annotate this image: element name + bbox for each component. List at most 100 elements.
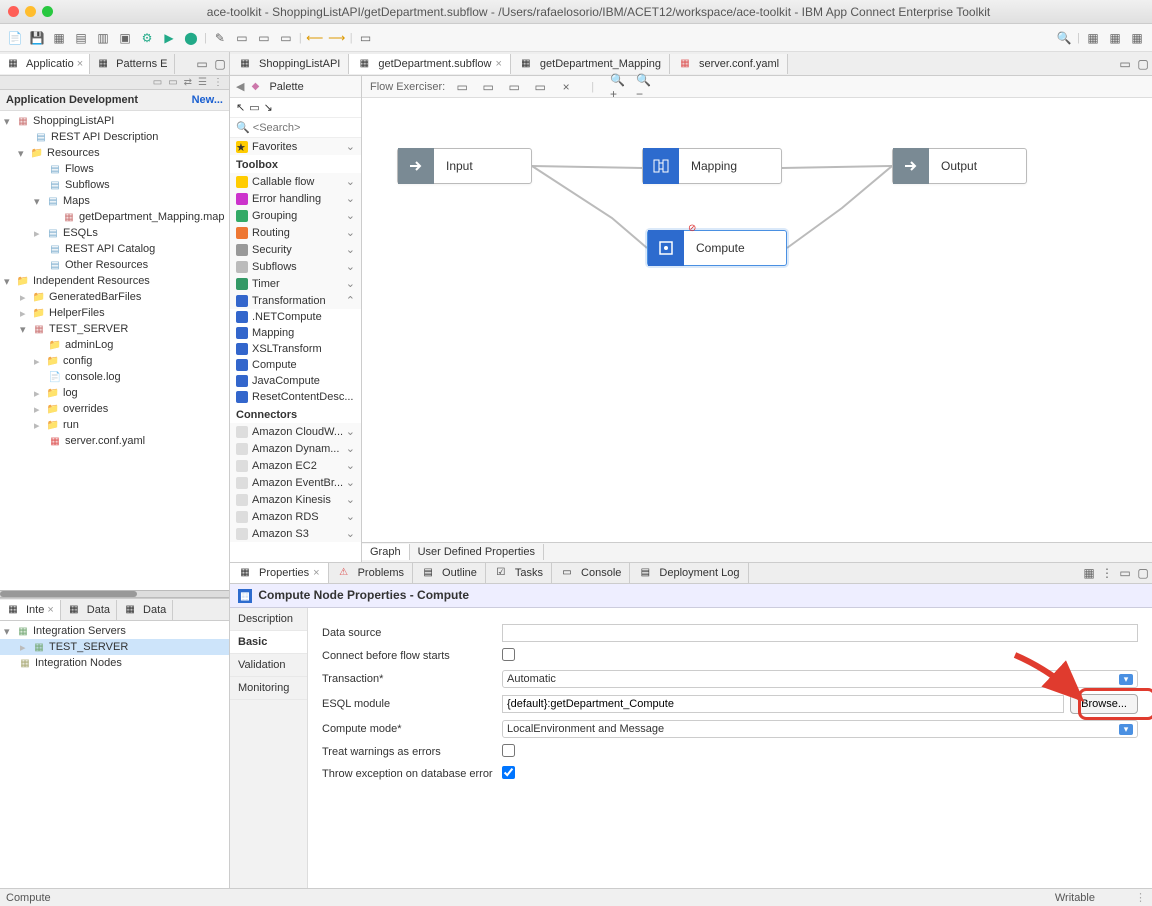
tree-item[interactable]: ▾📁Independent Resources bbox=[0, 273, 229, 289]
palette-item[interactable]: Security⌄ bbox=[230, 241, 361, 258]
palette-item[interactable]: Amazon S3⌄ bbox=[230, 525, 361, 542]
zoom-in-icon[interactable]: 🔍+ bbox=[610, 78, 628, 96]
int-test-server[interactable]: ▸▦TEST_SERVER bbox=[0, 639, 229, 655]
tree-item[interactable]: ▤Flows bbox=[0, 161, 229, 177]
tab-data[interactable]: ▦Data bbox=[61, 600, 117, 620]
input-data-source[interactable] bbox=[502, 624, 1138, 642]
pside-description[interactable]: Description bbox=[230, 608, 307, 631]
nav-back-icon[interactable]: ◀ bbox=[236, 80, 244, 93]
palette-item[interactable]: Mapping bbox=[230, 325, 361, 341]
run-icon[interactable]: ▶ bbox=[160, 29, 178, 47]
minimize-window-button[interactable] bbox=[25, 6, 36, 17]
close-icon[interactable]: × bbox=[47, 604, 53, 616]
pside-validation[interactable]: Validation bbox=[230, 654, 307, 677]
tree-item[interactable]: ▸📁HelperFiles bbox=[0, 305, 229, 321]
tab-deployment-log[interactable]: ▤Deployment Log bbox=[630, 563, 748, 583]
fe-icon[interactable]: ▭ bbox=[453, 78, 471, 96]
browse-button[interactable]: Browse... bbox=[1070, 694, 1138, 714]
close-icon[interactable]: × bbox=[495, 58, 501, 70]
checkbox-throw-exception[interactable] bbox=[502, 766, 515, 779]
toolbar-icon[interactable]: ☰ bbox=[198, 77, 207, 88]
tree-item[interactable]: ▤Subflows bbox=[0, 177, 229, 193]
palette-item[interactable]: JavaCompute bbox=[230, 373, 361, 389]
tree-project[interactable]: ▾▦ShoppingListAPI bbox=[0, 113, 229, 129]
maximize-icon[interactable]: ▢ bbox=[1134, 564, 1152, 582]
palette-item[interactable]: .NETCompute bbox=[230, 309, 361, 325]
input-esql-module[interactable] bbox=[502, 695, 1064, 713]
fe-close-icon[interactable]: × bbox=[557, 78, 575, 96]
checkbox-connect-before[interactable] bbox=[502, 648, 515, 661]
palette-item[interactable]: Grouping⌄ bbox=[230, 207, 361, 224]
tool-icon-8[interactable]: ▭ bbox=[255, 29, 273, 47]
tab-shoppinglistapi[interactable]: ▦ShoppingListAPI bbox=[230, 54, 349, 74]
props-tool-icon[interactable]: ⋮ bbox=[1098, 564, 1116, 582]
tab-patterns[interactable]: ▦ Patterns E bbox=[90, 54, 174, 74]
close-icon[interactable]: × bbox=[77, 58, 83, 70]
tree-item[interactable]: 📄console.log bbox=[0, 369, 229, 385]
palette-item[interactable]: ResetContentDesc... bbox=[230, 389, 361, 405]
debug-icon[interactable]: ⚙ bbox=[138, 29, 156, 47]
close-window-button[interactable] bbox=[8, 6, 19, 17]
checkbox-treat-warnings[interactable] bbox=[502, 744, 515, 757]
palette-item[interactable]: XSLTransform bbox=[230, 341, 361, 357]
palette-item[interactable]: Subflows⌄ bbox=[230, 258, 361, 275]
save-icon[interactable]: 💾 bbox=[28, 29, 46, 47]
zoom-out-icon[interactable]: 🔍− bbox=[636, 78, 654, 96]
pside-basic[interactable]: Basic bbox=[230, 631, 307, 654]
connection-icon[interactable]: ↘ bbox=[264, 101, 273, 114]
new-icon[interactable]: 📄 bbox=[6, 29, 24, 47]
tree-item[interactable]: ▾▦TEST_SERVER bbox=[0, 321, 229, 337]
palette-item[interactable]: Routing⌄ bbox=[230, 224, 361, 241]
node-input[interactable]: Input bbox=[397, 148, 532, 184]
marquee-icon[interactable]: ▭ bbox=[249, 101, 259, 114]
palette-item[interactable]: Amazon EC2⌄ bbox=[230, 457, 361, 474]
minimize-icon[interactable]: ▭ bbox=[1116, 55, 1134, 73]
tree-item[interactable]: ▸📁GeneratedBarFiles bbox=[0, 289, 229, 305]
maximize-icon[interactable]: ▢ bbox=[211, 55, 229, 73]
palette-search-input[interactable] bbox=[253, 122, 354, 134]
tree-item[interactable]: ▸▤ESQLs bbox=[0, 225, 229, 241]
palette-item[interactable]: Transformation⌃ bbox=[230, 292, 361, 309]
search-icon[interactable]: 🔍 bbox=[1055, 29, 1073, 47]
node-compute[interactable]: Compute ⊘ bbox=[647, 230, 787, 266]
tab-properties[interactable]: ▦Properties× bbox=[230, 563, 329, 583]
palette-item[interactable]: Amazon Kinesis⌄ bbox=[230, 491, 361, 508]
palette-item[interactable]: Timer⌄ bbox=[230, 275, 361, 292]
tree-item[interactable]: ▦getDepartment_Mapping.map bbox=[0, 209, 229, 225]
node-output[interactable]: Output bbox=[892, 148, 1027, 184]
maximize-icon[interactable]: ▢ bbox=[1134, 55, 1152, 73]
tree-item[interactable]: ▤REST API Description bbox=[0, 129, 229, 145]
palette-favorites[interactable]: ★Favorites⌄ bbox=[230, 138, 361, 155]
minimize-icon[interactable]: ▭ bbox=[1116, 564, 1134, 582]
select-compute-mode[interactable]: LocalEnvironment and Message▾ bbox=[502, 720, 1138, 738]
palette-item[interactable]: Amazon EventBr...⌄ bbox=[230, 474, 361, 491]
tree-item[interactable]: ▾📁Resources bbox=[0, 145, 229, 161]
close-icon[interactable]: × bbox=[313, 567, 319, 579]
tree-item[interactable]: ▸📁overrides bbox=[0, 401, 229, 417]
toolbar-icon[interactable]: ⇄ bbox=[184, 77, 192, 88]
perspective-icon-3[interactable]: ▦ bbox=[1128, 29, 1146, 47]
pside-monitoring[interactable]: Monitoring bbox=[230, 677, 307, 700]
forward-icon[interactable]: ⟶ bbox=[328, 29, 346, 47]
palette-item[interactable]: Error handling⌄ bbox=[230, 190, 361, 207]
tab-getdepartment-subflow[interactable]: ▦getDepartment.subflow× bbox=[349, 54, 511, 74]
tool-icon-10[interactable]: ▭ bbox=[357, 29, 375, 47]
palette-item[interactable]: Amazon Dynam...⌄ bbox=[230, 440, 361, 457]
tab-getdepartment-mapping[interactable]: ▦getDepartment_Mapping bbox=[511, 54, 670, 74]
tool-icon-9[interactable]: ▭ bbox=[277, 29, 295, 47]
maximize-window-button[interactable] bbox=[42, 6, 53, 17]
fe-icon[interactable]: ▭ bbox=[531, 78, 549, 96]
minimize-icon[interactable]: ▭ bbox=[193, 55, 211, 73]
tab-outline[interactable]: ▤Outline bbox=[413, 563, 486, 583]
tree-item[interactable]: ▾▤Maps bbox=[0, 193, 229, 209]
int-servers[interactable]: ▾▦Integration Servers bbox=[0, 623, 229, 639]
tab-application[interactable]: ▦ Applicatio × bbox=[0, 54, 90, 74]
tree-item[interactable]: 📁adminLog bbox=[0, 337, 229, 353]
int-nodes[interactable]: ▦Integration Nodes bbox=[0, 655, 229, 671]
toolbar-icon[interactable]: ⋮ bbox=[213, 77, 223, 88]
tool-icon-5[interactable]: ⬤ bbox=[182, 29, 200, 47]
tab-graph[interactable]: Graph bbox=[362, 544, 410, 560]
tool-icon-4[interactable]: ▣ bbox=[116, 29, 134, 47]
fe-icon[interactable]: ▭ bbox=[505, 78, 523, 96]
tree-item[interactable]: ▸📁log bbox=[0, 385, 229, 401]
